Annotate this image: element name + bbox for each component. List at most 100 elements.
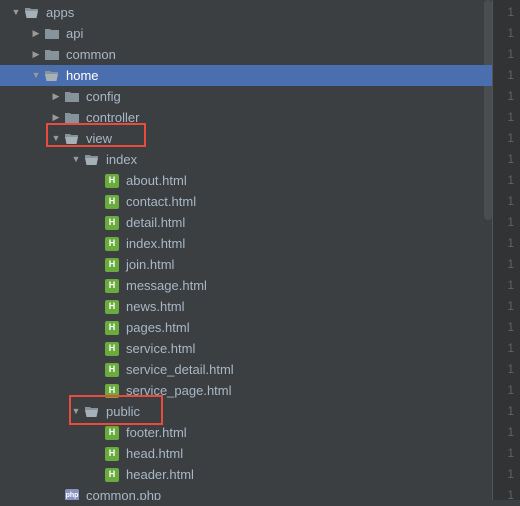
tree-item-label: service_page.html (126, 380, 492, 401)
tree-item-label: news.html (126, 296, 492, 317)
html-file-icon: H (104, 341, 120, 357)
line-number: 1 (507, 2, 520, 23)
line-number: 1 (507, 443, 520, 464)
chevron-right-icon[interactable]: ▶ (50, 91, 62, 103)
tree-item-header-html[interactable]: ▶Hheader.html (0, 464, 492, 485)
chevron-down-icon[interactable]: ▼ (10, 7, 22, 19)
folder-open-icon (84, 152, 100, 168)
line-number: 1 (507, 422, 520, 443)
chevron-down-icon[interactable]: ▼ (30, 70, 42, 82)
tree-item-label: about.html (126, 170, 492, 191)
tree-item-label: public (106, 401, 492, 422)
folder-open-icon (24, 5, 40, 21)
chevron-right-icon[interactable]: ▶ (30, 28, 42, 40)
tree-item-index-html[interactable]: ▶Hindex.html (0, 233, 492, 254)
tree-item-index[interactable]: ▼ index (0, 149, 492, 170)
tree-item-label: config (86, 86, 492, 107)
line-number: 1 (507, 464, 520, 485)
folder-icon (64, 110, 80, 126)
chevron-down-icon[interactable]: ▼ (70, 406, 82, 418)
tree-item-detail-html[interactable]: ▶Hdetail.html (0, 212, 492, 233)
html-file-icon: H (104, 299, 120, 315)
html-file-icon: H (104, 173, 120, 189)
tree-item-label: api (66, 23, 492, 44)
tree-item-label: home (66, 65, 492, 86)
html-file-icon: H (104, 194, 120, 210)
line-number: 1 (507, 275, 520, 296)
tree-item-label: header.html (126, 464, 492, 485)
tree-item-public[interactable]: ▼ public (0, 401, 492, 422)
tree-item-label: index (106, 149, 492, 170)
html-file-icon: H (104, 215, 120, 231)
tree-item-home[interactable]: ▼ home (0, 65, 492, 86)
line-number: 1 (507, 359, 520, 380)
line-number: 1 (507, 317, 520, 338)
tree-item-api[interactable]: ▶ api (0, 23, 492, 44)
tree-item-about-html[interactable]: ▶Habout.html (0, 170, 492, 191)
folder-icon (64, 89, 80, 105)
line-number: 1 (507, 233, 520, 254)
line-number: 1 (507, 44, 520, 65)
tree-item-controller[interactable]: ▶ controller (0, 107, 492, 128)
html-file-icon: H (104, 320, 120, 336)
tree-item-view[interactable]: ▼view (0, 128, 492, 149)
line-number: 1 (507, 23, 520, 44)
project-tree-panel[interactable]: ▼apps▶api▶common▼home▶config▶controller▼… (0, 0, 492, 500)
tree-item-label: pages.html (126, 317, 492, 338)
tree-item-common-php[interactable]: ▶phpcommon.php (0, 485, 492, 500)
line-number: 1 (507, 65, 520, 86)
folder-open-icon (64, 131, 80, 147)
html-file-icon: H (104, 467, 120, 483)
tree-item-label: footer.html (126, 422, 492, 443)
line-gutter: 111111111111111111111111 (492, 0, 520, 500)
line-number: 1 (507, 401, 520, 422)
tree-item-label: common (66, 44, 492, 65)
tree-item-label: index.html (126, 233, 492, 254)
chevron-right-icon[interactable]: ▶ (50, 112, 62, 124)
html-file-icon: H (104, 383, 120, 399)
line-number: 1 (507, 128, 520, 149)
tree-item-label: detail.html (126, 212, 492, 233)
html-file-icon: H (104, 362, 120, 378)
tree-item-label: controller (86, 107, 492, 128)
tree-item-service-html[interactable]: ▶Hservice.html (0, 338, 492, 359)
tree-item-join-html[interactable]: ▶Hjoin.html (0, 254, 492, 275)
tree-item-footer-html[interactable]: ▶Hfooter.html (0, 422, 492, 443)
line-number: 1 (507, 86, 520, 107)
tree-item-service_page-html[interactable]: ▶Hservice_page.html (0, 380, 492, 401)
chevron-right-icon[interactable]: ▶ (30, 49, 42, 61)
tree-item-label: apps (46, 2, 492, 23)
line-number: 1 (507, 338, 520, 359)
line-number: 1 (507, 296, 520, 317)
html-file-icon: H (104, 278, 120, 294)
tree-item-apps[interactable]: ▼ apps (0, 2, 492, 23)
tree-item-service_detail-html[interactable]: ▶Hservice_detail.html (0, 359, 492, 380)
folder-icon (44, 47, 60, 63)
tree-item-label: contact.html (126, 191, 492, 212)
tree-item-label: service.html (126, 338, 492, 359)
php-file-icon: php (64, 488, 80, 501)
chevron-down-icon[interactable]: ▼ (70, 154, 82, 166)
tree-item-label: common.php (86, 485, 492, 500)
tree-item-label: message.html (126, 275, 492, 296)
tree-item-contact-html[interactable]: ▶Hcontact.html (0, 191, 492, 212)
folder-open-icon (44, 68, 60, 84)
line-number: 1 (507, 191, 520, 212)
line-number: 1 (507, 107, 520, 128)
tree-item-label: service_detail.html (126, 359, 492, 380)
html-file-icon: H (104, 257, 120, 273)
tree-item-config[interactable]: ▶ config (0, 86, 492, 107)
tree-item-pages-html[interactable]: ▶Hpages.html (0, 317, 492, 338)
folder-icon (44, 26, 60, 42)
line-number: 1 (507, 149, 520, 170)
line-number: 1 (507, 485, 520, 506)
tree-item-news-html[interactable]: ▶Hnews.html (0, 296, 492, 317)
tree-item-message-html[interactable]: ▶Hmessage.html (0, 275, 492, 296)
tree-item-label: head.html (126, 443, 492, 464)
html-file-icon: H (104, 446, 120, 462)
tree-item-common[interactable]: ▶ common (0, 44, 492, 65)
line-number: 1 (507, 170, 520, 191)
tree-item-head-html[interactable]: ▶Hhead.html (0, 443, 492, 464)
line-number: 1 (507, 254, 520, 275)
chevron-down-icon[interactable]: ▼ (50, 133, 62, 145)
